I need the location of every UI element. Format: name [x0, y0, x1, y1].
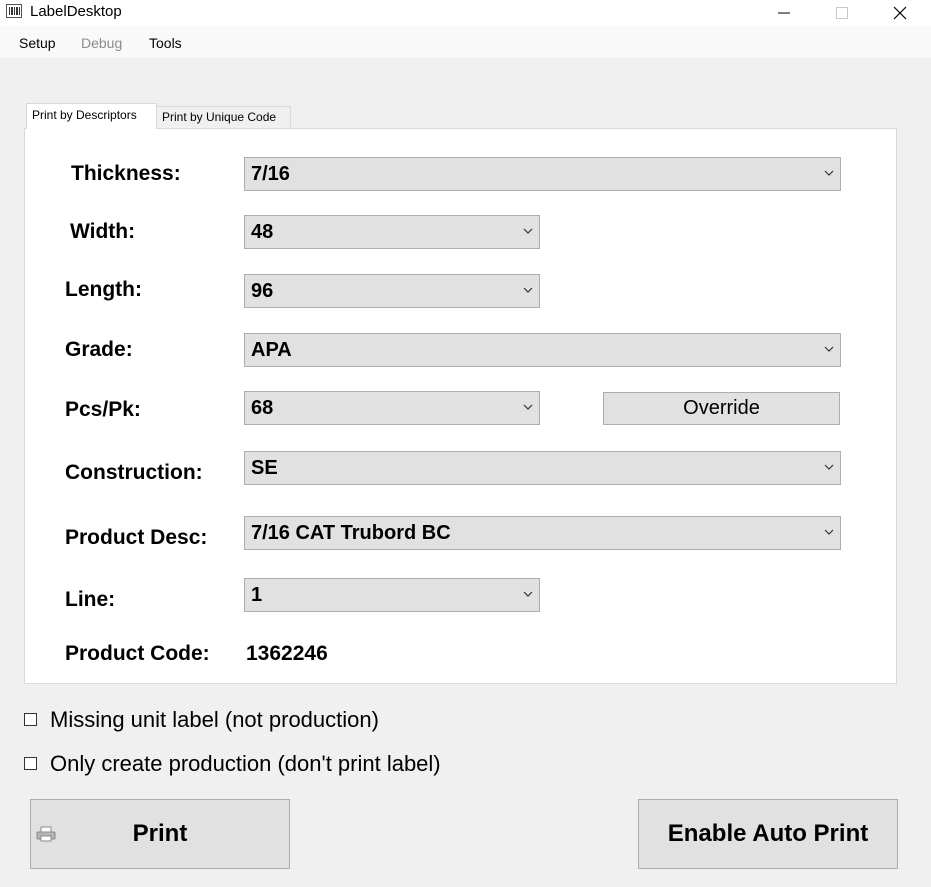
- length-select[interactable]: 96: [244, 274, 540, 308]
- app-icon: [6, 4, 22, 18]
- maximize-icon: [836, 7, 848, 19]
- override-button-label: Override: [683, 397, 760, 419]
- grade-value: APA: [251, 339, 292, 361]
- line-value: 1: [251, 584, 263, 606]
- chevron-down-icon: [824, 346, 834, 352]
- grade-select[interactable]: APA: [244, 333, 841, 367]
- product-desc-value: 7/16 CAT Trubord BC: [251, 522, 451, 544]
- printer-icon: [36, 826, 56, 842]
- tab-print-by-descriptors[interactable]: Print by Descriptors: [26, 103, 157, 129]
- missing-unit-label-text: Missing unit label (not production): [50, 707, 379, 732]
- close-icon: [893, 6, 907, 20]
- minimize-icon: [778, 12, 790, 14]
- width-value: 48: [251, 221, 274, 243]
- product-desc-label: Product Desc:: [65, 526, 208, 549]
- only-create-production-checkbox[interactable]: [24, 757, 37, 770]
- menu-bar: Setup Debug Tools: [0, 26, 931, 58]
- pcs-pk-label: Pcs/Pk:: [65, 398, 141, 421]
- print-button[interactable]: Print: [30, 799, 290, 869]
- thickness-select[interactable]: 7/16: [244, 157, 841, 191]
- length-label: Length:: [65, 278, 142, 301]
- chevron-down-icon: [824, 464, 834, 470]
- product-code-value: 1362246: [246, 642, 328, 665]
- pcs-pk-select[interactable]: 68: [244, 391, 540, 425]
- menu-debug[interactable]: Debug: [81, 35, 122, 51]
- tab-label: Print by Unique Code: [162, 110, 277, 124]
- thickness-label: Thickness:: [71, 162, 181, 185]
- line-select[interactable]: 1: [244, 578, 540, 612]
- missing-unit-label-checkbox[interactable]: [24, 713, 37, 726]
- construction-select[interactable]: SE: [244, 451, 841, 485]
- grade-label: Grade:: [65, 338, 133, 361]
- title-bar: LabelDesktop: [0, 0, 931, 26]
- chevron-down-icon: [523, 404, 533, 410]
- minimize-button[interactable]: [761, 0, 807, 26]
- menu-setup[interactable]: Setup: [19, 35, 56, 51]
- line-label: Line:: [65, 588, 116, 611]
- override-button[interactable]: Override: [603, 392, 840, 425]
- product-code-label: Product Code:: [65, 642, 210, 665]
- width-select[interactable]: 48: [244, 215, 540, 249]
- enable-auto-print-label: Enable Auto Print: [667, 820, 869, 847]
- pcs-pk-value: 68: [251, 397, 274, 419]
- chevron-down-icon: [523, 228, 533, 234]
- chevron-down-icon: [824, 170, 834, 176]
- window-title: LabelDesktop: [30, 3, 122, 20]
- only-create-production-text: Only create production (don't print labe…: [50, 751, 441, 776]
- tab-print-by-unique-code[interactable]: Print by Unique Code: [156, 106, 291, 129]
- menu-tools[interactable]: Tools: [149, 35, 182, 51]
- chevron-down-icon: [523, 287, 533, 293]
- chevron-down-icon: [523, 591, 533, 597]
- chevron-down-icon: [824, 529, 834, 535]
- thickness-value: 7/16: [251, 163, 290, 185]
- print-button-label: Print: [132, 820, 188, 847]
- product-desc-select[interactable]: 7/16 CAT Trubord BC: [244, 516, 841, 550]
- construction-label: Construction:: [65, 461, 203, 484]
- tab-label: Print by Descriptors: [32, 108, 137, 122]
- close-button[interactable]: [877, 0, 923, 26]
- length-value: 96: [251, 280, 274, 302]
- construction-value: SE: [251, 457, 278, 479]
- maximize-button[interactable]: [819, 0, 865, 26]
- width-label: Width:: [70, 220, 136, 243]
- enable-auto-print-button[interactable]: Enable Auto Print: [638, 799, 898, 869]
